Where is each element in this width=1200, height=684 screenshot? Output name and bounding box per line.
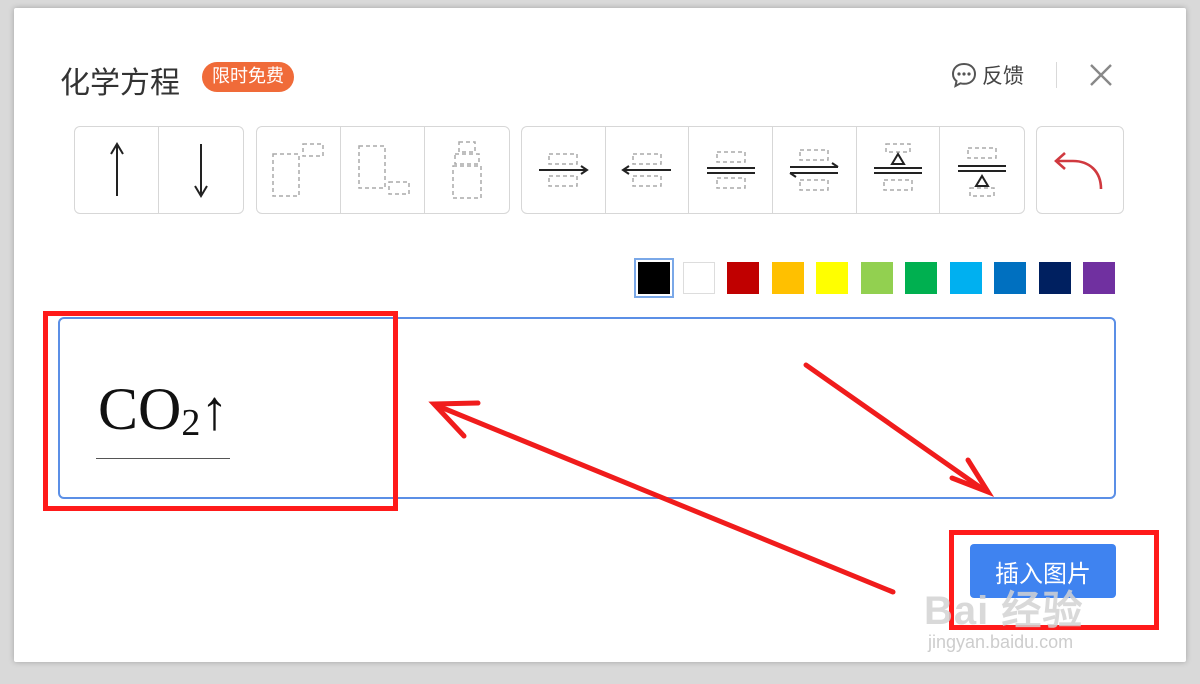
gas-precipitate-group <box>74 126 244 214</box>
close-icon <box>1090 64 1112 86</box>
color-swatch-9[interactable] <box>994 262 1026 294</box>
annotation-box-formula <box>43 311 398 511</box>
color-swatch-6[interactable] <box>860 262 893 294</box>
reversible-arrow-icon <box>789 149 839 191</box>
color-swatch-8[interactable] <box>949 262 982 294</box>
header-divider <box>1056 62 1057 88</box>
heat-above-button[interactable] <box>857 127 941 213</box>
color-swatch-1[interactable] <box>634 258 674 298</box>
color-swatch-11[interactable] <box>1083 262 1115 294</box>
feedback-label: 反馈 <box>982 64 1024 88</box>
color-swatch-5[interactable] <box>816 262 848 294</box>
overscript-icon <box>452 141 482 199</box>
right-arrow-condition-button[interactable] <box>522 127 606 213</box>
superscript-icon <box>271 143 324 197</box>
undo-group <box>1036 126 1124 214</box>
heat-triangle-above-icon <box>874 143 923 191</box>
close-button[interactable] <box>1084 58 1118 92</box>
precipitate-down-arrow-button[interactable] <box>159 127 243 213</box>
watermark-url: jingyan.baidu.com <box>928 632 1074 652</box>
up-arrow-icon <box>109 142 124 196</box>
dialog-title: 化学方程 <box>60 66 180 101</box>
color-palette <box>634 258 1128 298</box>
color-swatch-4[interactable] <box>771 262 804 294</box>
watermark-logo: Bai 经验 <box>924 589 1084 633</box>
color-swatch-2[interactable] <box>682 262 715 294</box>
subscript-icon <box>357 145 410 195</box>
heat-below-button[interactable] <box>940 127 1024 213</box>
reaction-condition-group <box>521 126 1025 214</box>
superscript-button[interactable] <box>257 127 341 213</box>
overscript-button[interactable] <box>425 127 509 213</box>
left-arrow-condition-button[interactable] <box>606 127 690 213</box>
chat-bubble-icon <box>951 62 977 88</box>
left-arrow-condition-icon <box>621 153 671 187</box>
free-badge: 限时免费 <box>202 62 294 92</box>
heat-triangle-below-icon <box>958 147 1007 197</box>
feedback-button[interactable]: 反馈 <box>950 60 1024 90</box>
color-swatch-7[interactable] <box>905 262 937 294</box>
script-template-group <box>256 126 510 214</box>
down-arrow-icon <box>194 144 208 198</box>
equals-condition-button[interactable] <box>689 127 774 213</box>
undo-button[interactable] <box>1037 127 1121 213</box>
color-swatch-3[interactable] <box>727 262 759 294</box>
gas-up-arrow-button[interactable] <box>75 127 159 213</box>
equals-condition-icon <box>706 151 755 189</box>
reversible-condition-button[interactable] <box>773 127 857 213</box>
subscript-button[interactable] <box>341 127 425 213</box>
undo-icon <box>1054 152 1103 190</box>
right-arrow-condition-icon <box>539 153 590 187</box>
color-swatch-10[interactable] <box>1038 262 1071 294</box>
